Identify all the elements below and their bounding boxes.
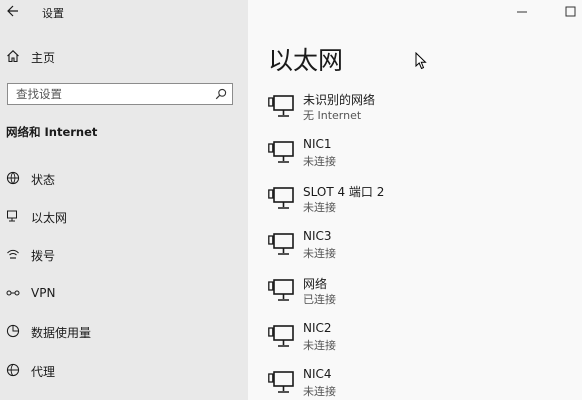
network-item[interactable]: NIC2 未连接	[268, 320, 508, 354]
ethernet-network-icon	[268, 279, 294, 301]
network-name: 未识别的网络	[303, 93, 376, 107]
ethernet-network-icon	[268, 95, 294, 117]
sidebar-item-label: 数据使用量	[31, 326, 92, 340]
network-status: 未连接	[303, 155, 336, 168]
sidebar-item-dialup[interactable]: 拨号	[0, 243, 248, 267]
data-usage-icon	[6, 324, 20, 338]
sidebar-item-ethernet[interactable]: 以太网	[0, 205, 248, 229]
sidebar-item-label: 以太网	[31, 211, 68, 225]
search-box[interactable]	[7, 83, 233, 105]
section-title: 网络和 Internet	[6, 125, 98, 139]
sidebar-item-home[interactable]: 主页	[0, 46, 248, 68]
back-arrow-icon[interactable]	[6, 3, 20, 19]
network-status: 未连接	[303, 339, 336, 352]
mouse-cursor-icon	[415, 52, 427, 70]
ethernet-icon	[7, 210, 17, 222]
sidebar-item-proxy[interactable]: 代理	[0, 359, 248, 383]
sidebar-item-vpn[interactable]: VPN	[0, 282, 248, 306]
ethernet-network-icon	[268, 371, 294, 393]
sidebar-item-data-usage[interactable]: 数据使用量	[0, 320, 248, 344]
network-name: NIC3	[303, 229, 332, 243]
maximize-button[interactable]	[542, 0, 582, 24]
ethernet-network-icon	[268, 325, 294, 347]
sidebar-item-label: 状态	[31, 173, 56, 187]
network-name: SLOT 4 端口 2	[303, 185, 385, 199]
ethernet-network-icon	[268, 141, 294, 163]
network-item[interactable]: NIC1 未连接	[268, 136, 508, 170]
network-item[interactable]: 未识别的网络 无 Internet	[268, 90, 508, 124]
sidebar-item-label: 拨号	[31, 249, 56, 263]
network-name: NIC2	[303, 321, 332, 335]
network-item[interactable]: 网络 已连接	[268, 274, 508, 308]
sidebar-item-label: VPN	[31, 286, 56, 300]
network-status: 未连接	[303, 201, 336, 214]
minimize-icon	[517, 11, 527, 13]
network-name: 网络	[303, 277, 328, 291]
search-icon[interactable]	[215, 88, 227, 100]
sidebar-item-label: 代理	[31, 365, 56, 379]
home-label: 主页	[31, 51, 56, 65]
ethernet-network-icon	[268, 187, 294, 209]
network-name: NIC4	[303, 367, 332, 381]
network-status: 未连接	[303, 385, 336, 398]
network-item[interactable]: SLOT 4 端口 2 未连接	[268, 182, 508, 216]
globe-icon	[6, 363, 20, 377]
minimize-button[interactable]	[502, 0, 542, 24]
network-item[interactable]: NIC3 未连接	[268, 228, 508, 262]
ethernet-network-icon	[268, 233, 294, 255]
dialup-icon	[7, 249, 19, 259]
network-status: 未连接	[303, 247, 336, 260]
globe-icon	[6, 171, 20, 185]
network-status: 已连接	[303, 293, 336, 306]
maximize-icon	[565, 6, 576, 17]
network-name: NIC1	[303, 137, 332, 151]
sidebar: 设置 主页 网络和 Internet 状态 以太网 拨号	[0, 0, 248, 400]
title-bar: 设置	[0, 0, 248, 24]
page-title: 以太网	[268, 46, 344, 75]
vpn-icon	[6, 290, 20, 296]
network-item[interactable]: NIC4 未连接	[268, 366, 508, 400]
search-input[interactable]	[8, 84, 216, 104]
sidebar-item-status[interactable]: 状态	[0, 167, 248, 191]
app-title: 设置	[42, 7, 64, 20]
network-status: 无 Internet	[303, 109, 362, 122]
home-icon	[7, 50, 19, 63]
